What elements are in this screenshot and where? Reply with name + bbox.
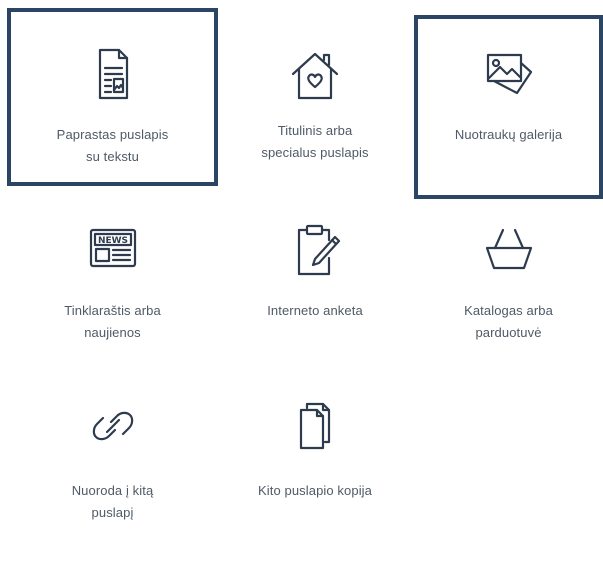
tile-label: Titulinis arba specialus puslapis	[261, 123, 369, 160]
shopping-basket-icon	[479, 220, 539, 280]
tile-label: Nuotraukų galerija	[454, 127, 563, 142]
svg-text:NEWS: NEWS	[97, 236, 127, 246]
tile-catalog-shop[interactable]: Katalogas arba parduotuvė	[414, 200, 603, 360]
tile-label: Paprastas puslapis su tekstu	[56, 127, 169, 164]
photo-gallery-icon	[479, 45, 539, 105]
tile-label: Interneto anketa	[267, 303, 363, 318]
tile-label: Kito puslapio kopija	[257, 483, 373, 498]
page-type-picker: Paprastas puslapis su tekstu Titulinis a…	[0, 0, 603, 571]
tile-blog-news[interactable]: NEWS Tinklaraštis arba naujienos	[7, 200, 218, 360]
clipboard-pencil-icon	[285, 220, 345, 280]
document-with-image-icon	[83, 44, 143, 104]
tile-label: Katalogas arba parduotuvė	[464, 303, 553, 340]
tile-link-to-page[interactable]: Nuoroda į kitą puslapį	[7, 380, 218, 540]
tile-label: Nuoroda į kitą puslapį	[71, 483, 154, 520]
newspaper-icon: NEWS	[83, 218, 143, 278]
tile-label: Tinklaraštis arba naujienos	[64, 303, 161, 340]
link-icon	[83, 396, 143, 456]
tile-page-copy[interactable]: Kito puslapio kopija	[210, 380, 420, 540]
tile-simple-page[interactable]: Paprastas puslapis su tekstu	[7, 8, 218, 186]
copy-pages-icon	[285, 396, 345, 456]
tile-web-form[interactable]: Interneto anketa	[210, 200, 420, 360]
tile-landing-page[interactable]: Titulinis arba specialus puslapis	[210, 8, 420, 186]
house-heart-icon	[285, 44, 345, 104]
tile-photo-gallery[interactable]: Nuotraukų galerija	[414, 15, 603, 199]
